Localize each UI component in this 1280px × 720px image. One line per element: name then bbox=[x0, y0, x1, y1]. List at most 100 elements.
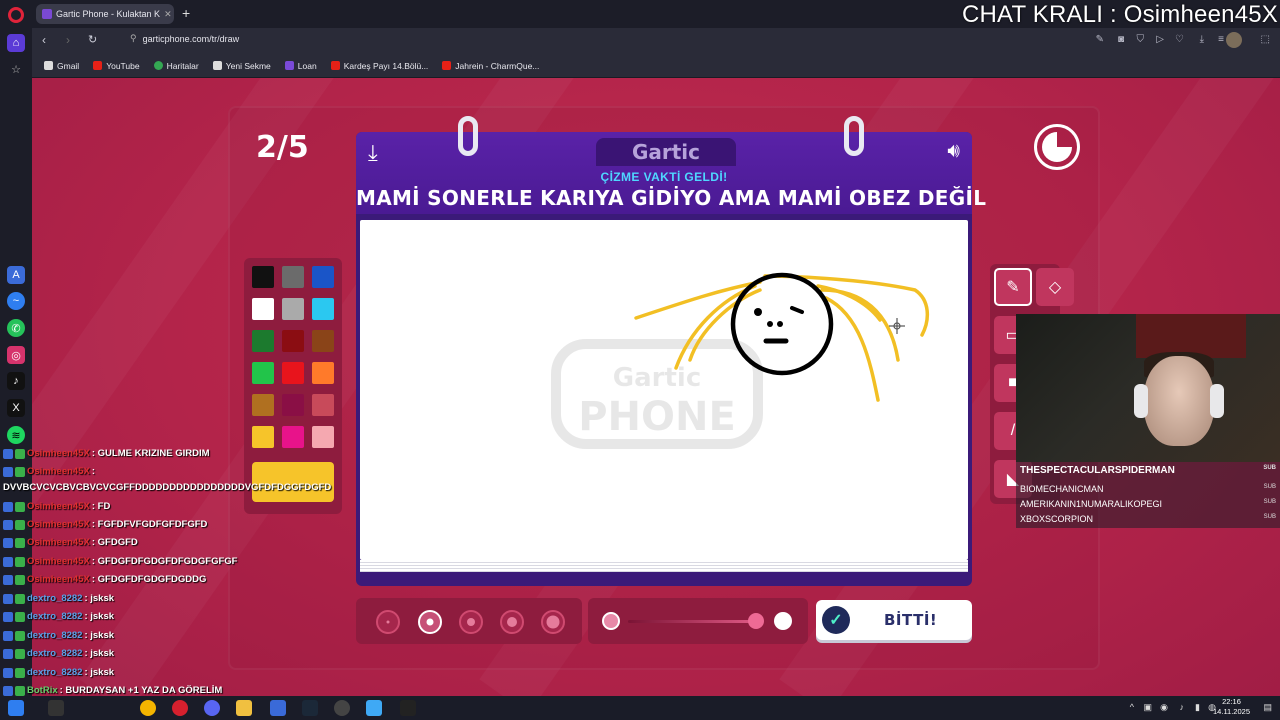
extensions-icon[interactable]: ⬚ bbox=[1261, 34, 1270, 45]
notifications-icon[interactable]: ▤ bbox=[1263, 702, 1272, 713]
color-swatch[interactable] bbox=[312, 298, 334, 320]
opera-logo-icon[interactable] bbox=[8, 7, 24, 23]
sound-icon[interactable]: 🔊︎ bbox=[947, 140, 960, 163]
color-swatch[interactable] bbox=[312, 362, 334, 384]
chrome-icon[interactable] bbox=[140, 700, 156, 716]
heart-icon[interactable]: ♡ bbox=[1175, 34, 1184, 45]
app-icon[interactable] bbox=[270, 700, 286, 716]
download-icon[interactable]: ⤓ bbox=[1200, 34, 1204, 45]
drawing-notepad: Gartic ⤓ 🔊︎ ÇİZME VAKTİ GELDİ! MAMİ SONE… bbox=[356, 116, 987, 586]
url-field[interactable]: ⚲ garticphone.com/tr/draw bbox=[130, 33, 239, 44]
bookmark-new-tab[interactable]: Yeni Sekme bbox=[212, 60, 271, 71]
opera-icon[interactable] bbox=[172, 700, 188, 716]
drawing-canvas[interactable]: Gartic PHONE bbox=[360, 220, 968, 560]
color-swatch[interactable] bbox=[312, 330, 334, 352]
color-swatch[interactable] bbox=[312, 266, 334, 288]
brush-size-2[interactable] bbox=[418, 610, 442, 634]
bookmark-label: Yeni Sekme bbox=[225, 60, 271, 71]
play-icon[interactable]: ▷ bbox=[1156, 34, 1164, 45]
tiktok-icon[interactable]: ♪ bbox=[7, 372, 25, 390]
bookmark-youtube[interactable]: YouTube bbox=[93, 61, 140, 71]
color-swatch[interactable] bbox=[252, 298, 274, 320]
color-swatch[interactable] bbox=[282, 426, 304, 448]
bookmark-maps[interactable]: Haritalar bbox=[153, 61, 199, 71]
chat-message: Osimheen45X : GFDGFDFGDGFDFGDGFGFGF bbox=[3, 556, 238, 567]
volume-icon[interactable]: ♪ bbox=[1180, 702, 1185, 712]
tab-gartic[interactable]: Gartic Phone - Kulaktan K ✕ bbox=[36, 4, 174, 24]
search-icon[interactable] bbox=[48, 700, 64, 716]
tray-chevron-icon[interactable]: ^ bbox=[1130, 702, 1134, 712]
chat-badge-icon bbox=[3, 556, 13, 567]
color-swatch[interactable] bbox=[282, 330, 304, 352]
color-swatch[interactable] bbox=[282, 298, 304, 320]
clock-time: 22:16 bbox=[1222, 697, 1241, 706]
brush-size-5[interactable] bbox=[541, 610, 565, 634]
home-icon[interactable]: ⌂ bbox=[7, 34, 25, 52]
star-icon[interactable]: ☆ bbox=[7, 60, 25, 78]
folder-icon[interactable] bbox=[236, 700, 252, 716]
color-swatch[interactable] bbox=[252, 330, 274, 352]
spotify-icon[interactable]: ≋ bbox=[7, 426, 25, 444]
new-tab-button[interactable]: + bbox=[182, 5, 190, 21]
bookmark-gmail[interactable]: Gmail bbox=[44, 61, 79, 71]
tab-close-icon[interactable]: ✕ bbox=[164, 9, 172, 20]
color-swatch[interactable] bbox=[252, 426, 274, 448]
tray-steam-icon[interactable]: ◉ bbox=[1160, 702, 1168, 713]
color-swatch[interactable] bbox=[282, 362, 304, 384]
obs-icon[interactable] bbox=[334, 700, 350, 716]
opacity-track[interactable] bbox=[628, 620, 756, 623]
download-drawing-icon[interactable]: ⤓ bbox=[368, 140, 378, 166]
bookmark-kardes-payi[interactable]: Kardeş Payı 14.Bölü... bbox=[330, 61, 428, 71]
tray-app-icon[interactable]: ▣ bbox=[1143, 702, 1152, 713]
steam-icon[interactable] bbox=[302, 700, 318, 716]
color-swatch[interactable] bbox=[252, 394, 274, 416]
color-swatch[interactable] bbox=[312, 394, 334, 416]
epic-games-icon[interactable] bbox=[400, 700, 416, 716]
chat-badge-icon bbox=[15, 537, 25, 548]
chat-badge-icon bbox=[3, 466, 13, 477]
site-info-icon[interactable]: ⚲ bbox=[130, 33, 137, 44]
opacity-slider[interactable] bbox=[588, 598, 808, 644]
instagram-icon[interactable]: ◎ bbox=[7, 346, 25, 364]
opacity-handle[interactable] bbox=[748, 613, 764, 629]
discord-icon[interactable] bbox=[204, 700, 220, 716]
tab-title: Gartic Phone - Kulaktan K bbox=[56, 9, 161, 19]
chat-badge-icon bbox=[3, 630, 13, 641]
messenger-icon[interactable]: ~ bbox=[7, 292, 25, 310]
camera-icon[interactable]: ◙ bbox=[1118, 34, 1124, 45]
whatsapp-icon[interactable]: ✆ bbox=[7, 319, 25, 337]
eraser-tool-icon[interactable]: ◇ bbox=[1036, 268, 1074, 306]
bookmark-loan[interactable]: Loan bbox=[284, 61, 317, 71]
color-swatch[interactable] bbox=[312, 426, 334, 448]
brush-size-3[interactable] bbox=[459, 610, 483, 634]
aria-icon[interactable]: A bbox=[7, 266, 25, 284]
color-swatch[interactable] bbox=[252, 266, 274, 288]
reload-icon[interactable]: ↻ bbox=[88, 33, 97, 46]
color-swatch[interactable] bbox=[252, 362, 274, 384]
forward-icon[interactable]: › bbox=[66, 33, 70, 47]
profile-avatar[interactable] bbox=[1226, 32, 1242, 48]
x-icon[interactable]: X bbox=[7, 399, 25, 417]
app2-icon[interactable] bbox=[366, 700, 382, 716]
chat-badge-icon bbox=[3, 667, 13, 678]
pen-tool-icon[interactable]: ✎ bbox=[994, 268, 1032, 306]
back-icon[interactable]: ‹ bbox=[42, 33, 46, 47]
drawing-prompt: MAMİ SONERLE KARIYA GİDİYO AMA MAMİ OBEZ… bbox=[356, 186, 987, 210]
clock[interactable]: 22:16 14.11.2025 bbox=[1213, 697, 1250, 717]
edit-icon[interactable]: ✎ bbox=[1096, 34, 1104, 45]
brush-size-4[interactable] bbox=[500, 610, 524, 634]
chat-badge-icon bbox=[3, 537, 13, 548]
color-swatch[interactable] bbox=[282, 394, 304, 416]
color-palette bbox=[244, 258, 342, 514]
chat-message: dextro_8282 : jsksk bbox=[3, 611, 114, 622]
opacity-min-icon bbox=[602, 612, 620, 630]
shield-icon[interactable]: ⛉ bbox=[1137, 34, 1145, 45]
menu-icon[interactable]: ≡ bbox=[1218, 34, 1224, 45]
sub-top: THESPECTACULARSPIDERMAN SUB bbox=[1020, 465, 1276, 476]
start-icon[interactable] bbox=[8, 700, 24, 716]
battery-icon[interactable]: ▮ bbox=[1195, 702, 1200, 713]
done-button[interactable]: ✓ BİTTİ! bbox=[816, 600, 972, 640]
brush-size-1[interactable] bbox=[376, 610, 400, 634]
color-swatch[interactable] bbox=[282, 266, 304, 288]
bookmark-jahrein[interactable]: Jahrein - CharmQue... bbox=[442, 61, 539, 71]
